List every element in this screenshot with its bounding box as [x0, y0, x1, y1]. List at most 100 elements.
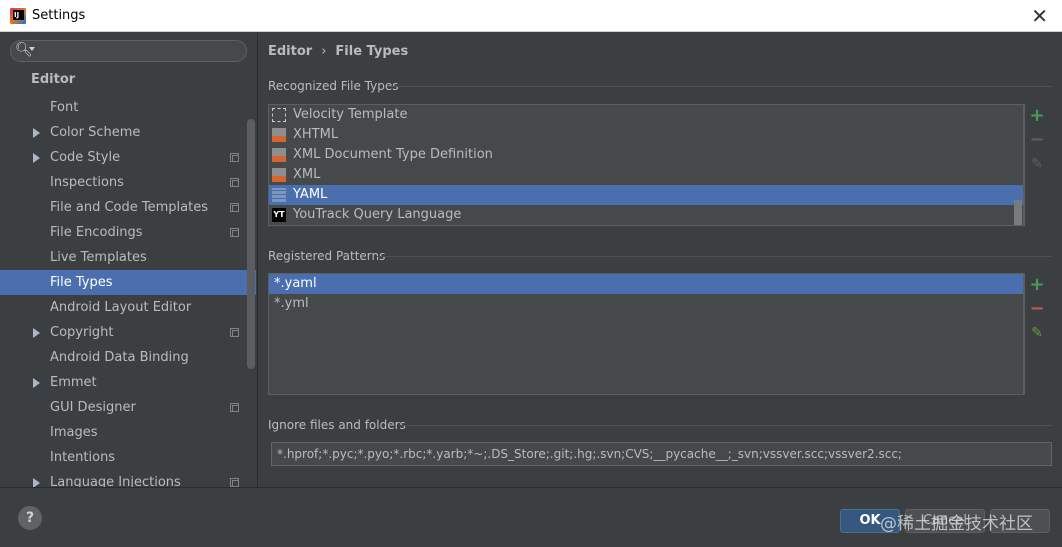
- project-scope-icon: [230, 203, 239, 212]
- xml-file-icon: [272, 168, 286, 182]
- divider: [401, 425, 1052, 426]
- sidebar-item[interactable]: Inspections: [0, 170, 257, 195]
- sidebar-item-label: Emmet: [50, 375, 97, 390]
- sidebar-item[interactable]: Code Style: [0, 145, 257, 170]
- sidebar-item[interactable]: Language Injections: [0, 470, 257, 487]
- close-icon[interactable]: ✕: [1031, 4, 1048, 28]
- sidebar-item[interactable]: File Encodings: [0, 220, 257, 245]
- project-scope-icon: [230, 403, 239, 412]
- sidebar-item-label: File Types: [50, 275, 113, 290]
- breadcrumb-current: File Types: [335, 44, 409, 59]
- file-type-label: XML: [293, 167, 321, 182]
- search-input[interactable]: 🔍︎: [10, 40, 247, 62]
- sidebar-item[interactable]: Font: [0, 95, 257, 120]
- breadcrumb: Editor › File Types: [268, 44, 408, 59]
- chevron-down-icon[interactable]: [29, 47, 35, 51]
- watermark-text: @稀土掘金技术社区: [880, 514, 1033, 534]
- remove-pattern-button[interactable]: −: [1025, 297, 1049, 321]
- recognized-file-types-label: Recognized File Types: [268, 79, 399, 93]
- chevron-right-icon[interactable]: [33, 378, 40, 388]
- dialog-footer: ? OK Cancel @稀土掘金技术社区: [0, 487, 1062, 547]
- sidebar-item[interactable]: Android Layout Editor: [0, 295, 257, 320]
- youtrack-icon: YT: [272, 208, 286, 222]
- divider: [387, 86, 1052, 87]
- sidebar-item-label: Font: [50, 100, 79, 115]
- yaml-file-icon: [272, 188, 286, 202]
- sidebar-item[interactable]: Images: [0, 420, 257, 445]
- file-type-row[interactable]: Velocity Template: [269, 105, 1023, 125]
- file-type-row[interactable]: XHTML: [269, 125, 1023, 145]
- divider: [377, 256, 1052, 257]
- title-bar: Settings ✕: [0, 0, 1062, 32]
- sidebar-item-label: Inspections: [50, 175, 124, 190]
- file-type-row[interactable]: YAML: [269, 185, 1023, 205]
- sidebar-item[interactable]: GUI Designer: [0, 395, 257, 420]
- sidebar-item[interactable]: Copyright: [0, 320, 257, 345]
- sidebar-item-label: Images: [50, 425, 98, 440]
- project-scope-icon: [230, 178, 239, 187]
- sidebar-item-label: Live Templates: [50, 250, 147, 265]
- sidebar-item[interactable]: File and Code Templates: [0, 195, 257, 220]
- settings-sidebar: 🔍︎ Editor Font Color Scheme Code Style Insp…: [0, 33, 258, 487]
- file-type-row[interactable]: XML Document Type Definition: [269, 145, 1023, 165]
- xhtml-file-icon: [272, 128, 286, 142]
- sidebar-scrollbar[interactable]: [247, 119, 255, 369]
- help-button[interactable]: ?: [18, 506, 42, 530]
- registered-patterns-label: Registered Patterns: [268, 249, 386, 263]
- velocity-template-icon: [272, 108, 286, 122]
- breadcrumb-parent[interactable]: Editor: [268, 44, 312, 59]
- chevron-right-icon[interactable]: [33, 478, 40, 487]
- file-types-panel: Editor › File Types Recognized File Types …: [259, 33, 1062, 487]
- sidebar-item-label: Code Style: [50, 150, 121, 165]
- chevron-right-icon[interactable]: [33, 328, 40, 338]
- sidebar-item-label: Copyright: [50, 325, 114, 340]
- window-title: Settings: [32, 8, 86, 23]
- sidebar-item-label: File Encodings: [50, 225, 143, 240]
- patterns-toolbar: + − ✎: [1024, 273, 1052, 395]
- project-scope-icon: [230, 153, 239, 162]
- project-scope-icon: [230, 228, 239, 237]
- pattern-row[interactable]: *.yml: [269, 294, 1023, 314]
- sidebar-section-editor[interactable]: Editor: [31, 72, 75, 87]
- sidebar-item[interactable]: Intentions: [0, 445, 257, 470]
- edit-pattern-button[interactable]: ✎: [1025, 321, 1049, 345]
- file-type-row[interactable]: XML: [269, 165, 1023, 185]
- sidebar-item-label: Language Injections: [50, 475, 181, 487]
- dtd-file-icon: [272, 148, 286, 162]
- chevron-right-icon[interactable]: [33, 153, 40, 163]
- remove-file-type-button[interactable]: −: [1025, 128, 1049, 152]
- sidebar-item[interactable]: Android Data Binding: [0, 345, 257, 370]
- registered-patterns-list[interactable]: *.yaml *.yml: [268, 273, 1024, 395]
- sidebar-item[interactable]: Live Templates: [0, 245, 257, 270]
- file-type-label: YAML: [293, 187, 328, 202]
- project-scope-icon: [230, 328, 239, 337]
- sidebar-item[interactable]: Color Scheme: [0, 120, 257, 145]
- sidebar-item-label: GUI Designer: [50, 400, 136, 415]
- breadcrumb-separator: ›: [321, 44, 327, 59]
- sidebar-item-label: Intentions: [50, 450, 116, 465]
- file-type-row[interactable]: YT YouTrack Query Language: [269, 205, 1023, 225]
- project-scope-icon: [230, 478, 239, 487]
- file-type-label: YouTrack Query Language: [293, 207, 462, 222]
- sidebar-item-label: Android Data Binding: [50, 350, 189, 365]
- intellij-app-icon: [10, 8, 26, 24]
- file-type-label: XHTML: [293, 127, 339, 142]
- recognized-file-types-list[interactable]: Velocity Template XHTML XML Document Type …: [268, 104, 1024, 226]
- sidebar-nav: Font Color Scheme Code Style Inspections Fil…: [0, 95, 257, 487]
- sidebar-item-label: File and Code Templates: [50, 200, 208, 215]
- ignore-files-label: Ignore files and folders: [268, 418, 406, 432]
- sidebar-item[interactable]: Emmet: [0, 370, 257, 395]
- add-pattern-button[interactable]: +: [1025, 273, 1049, 297]
- recognized-toolbar: + − ✎: [1024, 104, 1052, 226]
- add-file-type-button[interactable]: +: [1025, 104, 1049, 128]
- sidebar-item-label: Color Scheme: [50, 125, 141, 140]
- edit-file-type-button[interactable]: ✎: [1025, 152, 1049, 176]
- list-scrollbar[interactable]: [1014, 200, 1022, 225]
- file-type-label: XML Document Type Definition: [293, 147, 493, 162]
- file-type-label: Velocity Template: [293, 107, 408, 122]
- chevron-right-icon[interactable]: [33, 128, 40, 138]
- sidebar-item-label: Android Layout Editor: [50, 300, 192, 315]
- pattern-row[interactable]: *.yaml: [269, 274, 1023, 294]
- sidebar-item[interactable]: File Types: [0, 270, 256, 295]
- ignore-files-field[interactable]: *.hprof;*.pyc;*.pyo;*.rbc;*.yarb;*~;.DS_…: [271, 442, 1052, 466]
